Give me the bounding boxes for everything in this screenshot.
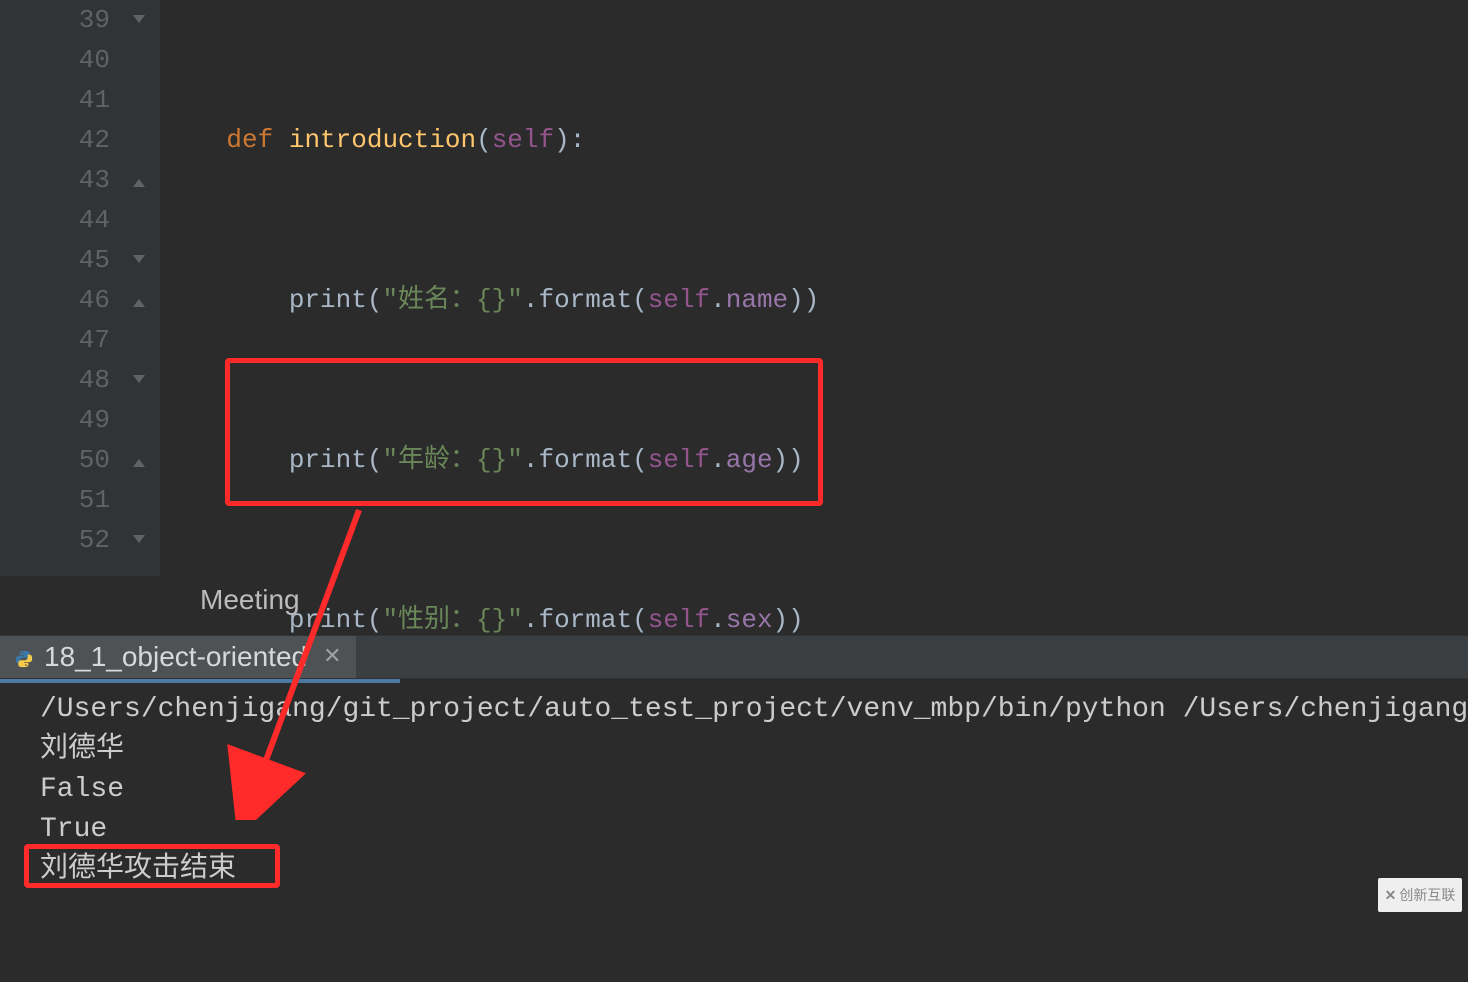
fold-end-icon xyxy=(132,178,146,190)
line-number: 44 xyxy=(0,200,110,240)
function-name: introduction xyxy=(289,125,476,155)
console-output: 刘德华 xyxy=(40,730,1468,770)
code-line[interactable]: def introduction(self): xyxy=(164,120,1468,160)
close-icon[interactable]: ✕ xyxy=(323,644,341,670)
line-number: 48 xyxy=(0,360,110,400)
attr-age: age xyxy=(726,445,773,475)
line-number: 47 xyxy=(0,320,110,360)
code-area[interactable]: def introduction(self): print("姓名：{}".fo… xyxy=(160,0,1468,576)
line-number: 49 xyxy=(0,400,110,440)
console-output: True xyxy=(40,810,1468,850)
console-output: 刘德华攻击结束 xyxy=(40,850,1468,890)
console-output: False xyxy=(40,770,1468,810)
self-ref: self xyxy=(648,285,710,315)
line-number: 42 xyxy=(0,120,110,160)
line-number: 43 xyxy=(0,160,110,200)
line-number: 46 xyxy=(0,280,110,320)
watermark-text: 创新互联 xyxy=(1399,885,1455,905)
line-number: 39 xyxy=(0,0,110,40)
self-ref: self xyxy=(648,445,710,475)
line-number: 45 xyxy=(0,240,110,280)
line-number: 52 xyxy=(0,520,110,560)
code-line[interactable]: print("性别：{}".format(self.sex)) xyxy=(164,600,1468,640)
string-literal: "性别：{}" xyxy=(382,605,522,635)
breadcrumb[interactable]: Meeting xyxy=(200,584,300,616)
python-file-icon xyxy=(14,647,34,667)
self-param: self xyxy=(492,125,554,155)
line-number: 51 xyxy=(0,480,110,520)
attr-sex: sex xyxy=(726,605,773,635)
print-call: print xyxy=(289,605,367,635)
code-editor[interactable]: 39 40 41 42 43 44 45 46 47 48 49 50 51 5… xyxy=(0,0,1468,576)
run-tab[interactable]: 18_1_object-oriented ✕ xyxy=(0,636,356,678)
console-command: /Users/chenjigang/git_project/auto_test_… xyxy=(40,690,1468,730)
self-ref: self xyxy=(648,605,710,635)
tab-active-indicator xyxy=(0,679,400,683)
keyword-def: def xyxy=(226,125,273,155)
code-line[interactable]: print("年龄：{}".format(self.age)) xyxy=(164,440,1468,480)
print-call: print xyxy=(289,285,367,315)
run-console[interactable]: /Users/chenjigang/git_project/auto_test_… xyxy=(0,684,1468,982)
run-tabs-bar: 18_1_object-oriented ✕ xyxy=(0,635,1468,679)
fold-toggle-icon[interactable] xyxy=(132,374,146,386)
format-call: .format( xyxy=(523,605,648,635)
line-number: 50 xyxy=(0,440,110,480)
format-call: .format( xyxy=(523,285,648,315)
fold-toggle-icon[interactable] xyxy=(132,14,146,26)
print-call: print xyxy=(289,445,367,475)
watermark-logo: ✕创新互联 xyxy=(1378,878,1462,912)
fold-toggle-icon[interactable] xyxy=(132,254,146,266)
line-number: 41 xyxy=(0,80,110,120)
format-call: .format( xyxy=(523,445,648,475)
fold-end-icon xyxy=(132,298,146,310)
editor-gutter: 39 40 41 42 43 44 45 46 47 48 49 50 51 5… xyxy=(0,0,160,576)
line-number: 40 xyxy=(0,40,110,80)
run-tab-label: 18_1_object-oriented xyxy=(44,641,307,673)
fold-toggle-icon[interactable] xyxy=(132,534,146,546)
fold-end-icon xyxy=(132,458,146,470)
string-literal: "年龄：{}" xyxy=(382,445,522,475)
attr-name: name xyxy=(726,285,788,315)
code-line[interactable]: print("姓名：{}".format(self.name)) xyxy=(164,280,1468,320)
string-literal: "姓名：{}" xyxy=(382,285,522,315)
